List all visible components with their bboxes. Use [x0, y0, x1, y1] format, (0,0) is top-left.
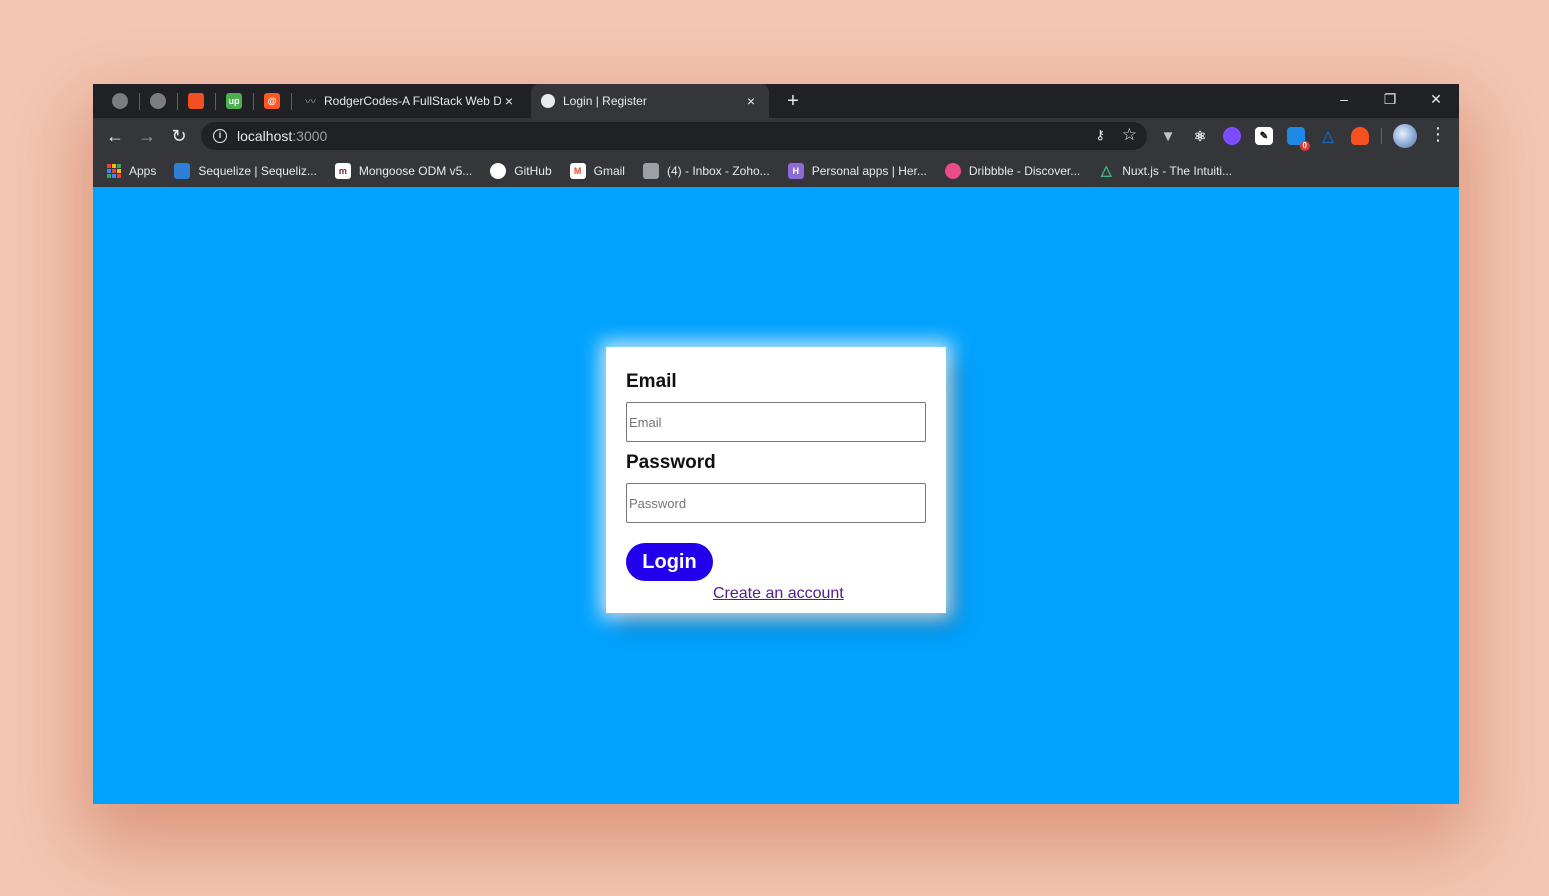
bookmark-dribbble[interactable]: Dribbble - Discover... [944, 162, 1081, 179]
login-button[interactable]: Login [626, 543, 713, 581]
bookmark-label: GitHub [514, 163, 552, 178]
close-icon[interactable]: × [501, 93, 517, 109]
browser-toolbar: ← → ↻ i localhost:3000 ⚷ ☆ ▼ ⚛ ✎ 0 △ ⋮ [93, 118, 1459, 154]
restore-button[interactable]: ❐ [1367, 84, 1413, 114]
heroku-icon: H [787, 162, 804, 179]
toolbar-divider [1381, 128, 1382, 144]
bug-extension-icon[interactable] [1351, 127, 1369, 145]
notification-extension-icon[interactable]: 0 [1287, 127, 1310, 151]
globe-icon [541, 94, 555, 108]
at-icon: @ [264, 93, 280, 109]
pinned-tab-4[interactable]: up [215, 84, 253, 118]
extension-badge: 0 [1299, 141, 1310, 151]
bookmark-label: Apps [129, 163, 157, 178]
address-bar[interactable]: i localhost:3000 ⚷ ☆ [201, 122, 1147, 150]
browser-menu-icon[interactable]: ⋮ [1429, 124, 1447, 145]
bookmark-gmail[interactable]: M Gmail [569, 162, 625, 179]
bookmark-nuxt[interactable]: △ Nuxt.js - The Intuiti... [1098, 162, 1233, 179]
email-input[interactable] [626, 402, 926, 442]
settings-icon [150, 93, 166, 109]
back-button[interactable]: ← [101, 122, 129, 150]
bookmark-heroku[interactable]: H Personal apps | Her... [787, 162, 927, 179]
bookmark-zoho[interactable]: (4) - Inbox - Zoho... [642, 162, 770, 179]
bookmark-label: Gmail [593, 163, 625, 178]
tab-title: RodgerCodes-A FullStack Web De [324, 94, 501, 108]
mongoose-icon: m [334, 162, 351, 179]
gmail-icon: M [569, 162, 586, 179]
vue-devtools-icon[interactable]: ▼ [1159, 127, 1177, 145]
minimize-button[interactable]: – [1321, 84, 1367, 114]
url-port: :3000 [292, 128, 328, 144]
zoho-icon [642, 162, 659, 179]
profile-avatar[interactable] [1393, 124, 1417, 148]
password-label: Password [626, 452, 716, 473]
pinned-tab-5[interactable]: @ [253, 84, 291, 118]
triangle-extension-icon[interactable]: △ [1319, 127, 1337, 145]
bookmark-github[interactable]: GitHub [490, 162, 552, 179]
bookmark-mongoose[interactable]: m Mongoose ODM v5... [334, 162, 473, 179]
bookmark-label: Sequelize | Sequeliz... [198, 163, 317, 178]
tab-strip: up @ 〰 RodgerCodes-A FullStack Web De × … [93, 84, 1459, 118]
sequelize-icon [174, 162, 191, 179]
bookmark-label: Mongoose ODM v5... [358, 163, 473, 178]
bookmark-apps[interactable]: Apps [107, 163, 157, 178]
edit-icon[interactable]: ✎ [1255, 127, 1273, 145]
bookmark-sequelize[interactable]: Sequelize | Sequeliz... [174, 162, 317, 179]
globe-icon [112, 93, 128, 109]
pinned-tab-3[interactable] [177, 84, 215, 118]
email-label: Email [626, 371, 677, 392]
login-form: Email Password Login Create an account [606, 347, 946, 613]
url-text[interactable]: localhost:3000 [237, 128, 327, 144]
page-content: Email Password Login Create an account [93, 187, 1459, 804]
tab-login-register[interactable]: Login | Register × [531, 84, 769, 118]
pinned-tab-2[interactable] [139, 84, 177, 118]
forward-button[interactable]: → [133, 122, 161, 150]
pinned-tab-1[interactable] [101, 84, 139, 118]
info-icon[interactable]: i [213, 129, 227, 143]
bookmark-label: (4) - Inbox - Zoho... [666, 163, 770, 178]
bookmark-label: Personal apps | Her... [811, 163, 927, 178]
password-input[interactable] [626, 483, 926, 523]
tab-title: Login | Register [563, 94, 647, 108]
bookmark-label: Dribbble - Discover... [968, 163, 1081, 178]
github-icon [490, 162, 507, 179]
apps-grid-icon [107, 163, 121, 178]
tab-divider [291, 93, 292, 110]
close-window-button[interactable]: ✕ [1413, 84, 1459, 114]
nuxt-icon: △ [1100, 162, 1112, 178]
react-devtools-icon[interactable]: ⚛ [1191, 127, 1209, 145]
bookmark-star-icon[interactable]: ☆ [1122, 125, 1137, 145]
url-host: localhost [237, 128, 293, 144]
new-tab-button[interactable]: + [781, 90, 805, 112]
browser-window: up @ 〰 RodgerCodes-A FullStack Web De × … [93, 84, 1459, 804]
create-account-link[interactable]: Create an account [713, 585, 844, 603]
upwork-icon: up [226, 93, 242, 109]
bookmarks-bar: Apps Sequelize | Sequeliz... m Mongoose … [93, 154, 1459, 187]
tab-rodgercodes[interactable]: 〰 RodgerCodes-A FullStack Web De × [295, 84, 527, 118]
key-icon[interactable]: ⚷ [1095, 127, 1105, 143]
reload-button[interactable]: ↻ [165, 122, 193, 150]
extension-icon[interactable] [1223, 127, 1241, 145]
bookmark-label: Nuxt.js - The Intuiti... [1122, 163, 1233, 178]
dribbble-icon [944, 162, 961, 179]
app-icon [188, 93, 204, 109]
close-icon[interactable]: × [743, 93, 759, 109]
tab-favicon-icon: 〰 [305, 96, 316, 108]
